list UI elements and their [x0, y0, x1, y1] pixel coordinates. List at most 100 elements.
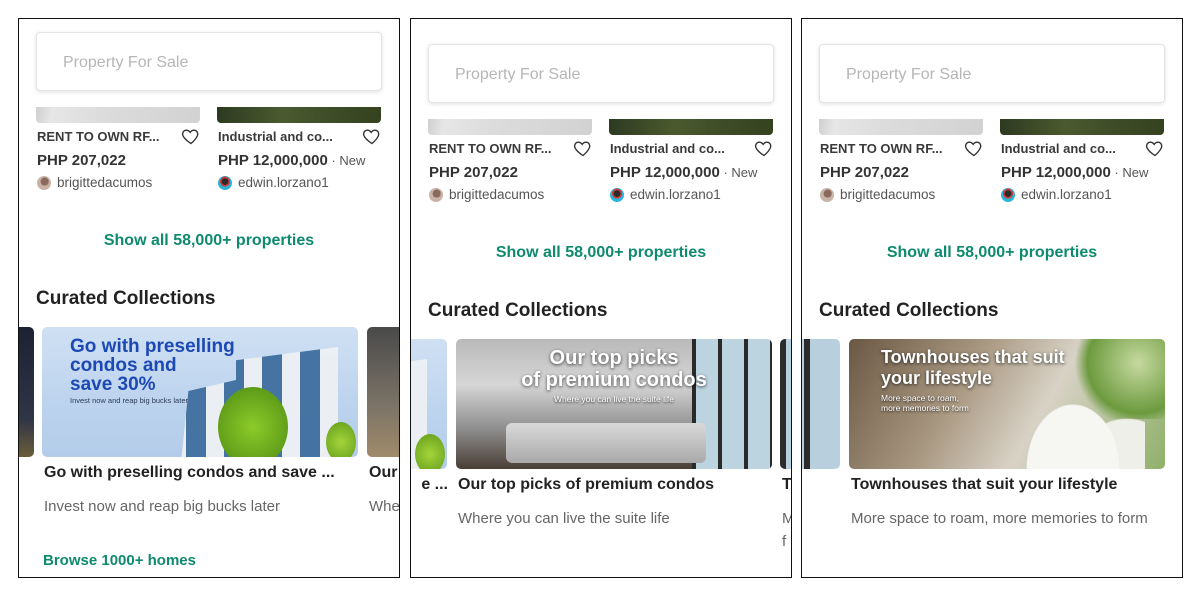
collection-card[interactable]: Go with preselling condos and save 30% I…: [42, 327, 358, 515]
collection-banner[interactable]: Townhouses that suit your lifestyle More…: [849, 339, 1165, 469]
listing-thumbnail[interactable]: [1000, 119, 1164, 135]
listing-thumbnail[interactable]: [609, 119, 773, 135]
collection-banner[interactable]: [411, 339, 447, 469]
collection-card[interactable]: Our top picks of premium condos Where yo…: [456, 339, 772, 527]
tree-image: [415, 434, 445, 469]
banner-subheading: Where you can live the suite life: [553, 394, 674, 404]
listing-title: RENT TO OWN RF...: [429, 141, 552, 156]
heart-outline-icon[interactable]: [362, 126, 382, 146]
banner-subheading: More space to roam, more memories to for…: [881, 393, 969, 413]
collection-card-prev[interactable]: e ...: [411, 339, 448, 493]
collection-card-prev[interactable]: [19, 327, 34, 457]
listing-price: PHP 207,022: [820, 164, 909, 181]
avatar: [1001, 187, 1015, 202]
search-placeholder: Property For Sale: [63, 54, 189, 71]
banner-subheading: Invest now and reap big bucks later: [70, 396, 188, 405]
search-placeholder: Property For Sale: [846, 66, 972, 83]
section-title: Curated Collections: [36, 288, 216, 309]
collection-title: T: [782, 476, 792, 493]
search-input[interactable]: Property For Sale: [819, 44, 1165, 103]
listing-thumbnail[interactable]: [428, 119, 592, 135]
listing-card[interactable]: RENT TO OWN RF... PHP 207,022 brigitteda…: [36, 107, 200, 190]
listing-price: PHP 12,000,000 · New: [218, 152, 366, 169]
listing-card[interactable]: Industrial and co... PHP 12,000,000 · Ne…: [1000, 119, 1164, 202]
collection-card[interactable]: Townhouses that suit your lifestyle More…: [849, 339, 1165, 527]
heart-outline-icon[interactable]: [964, 138, 984, 158]
browse-homes-link[interactable]: Browse 1000+ homes: [43, 552, 196, 569]
collections-carousel[interactable]: e ... Our top picks of premium condos Wh…: [411, 339, 791, 577]
listing-price: PHP 207,022: [429, 164, 518, 181]
listing-title: Industrial and co...: [1001, 141, 1116, 156]
avatar: [218, 175, 232, 190]
listing-seller[interactable]: brigittedacumos: [429, 187, 544, 202]
avatar: [37, 175, 51, 190]
listing-seller[interactable]: edwin.lorzano1: [1001, 187, 1112, 202]
listing-seller[interactable]: edwin.lorzano1: [610, 187, 721, 202]
seller-name: brigittedacumos: [449, 187, 545, 202]
section-title: Curated Collections: [819, 300, 999, 321]
screen-panel-2: Property For Sale RENT TO OWN RF... PHP …: [410, 18, 792, 578]
screen-panel-1: Property For Sale RENT TO OWN RF... PHP …: [18, 18, 400, 578]
heart-outline-icon[interactable]: [1145, 138, 1165, 158]
new-badge: · New: [1110, 165, 1149, 180]
seller-name: brigittedacumos: [840, 187, 936, 202]
banner-heading: Townhouses that suit your lifestyle: [881, 347, 1065, 388]
new-badge: · New: [719, 165, 758, 180]
collection-card-prev[interactable]: [802, 339, 840, 469]
collection-title: e ...: [421, 476, 448, 493]
collection-banner[interactable]: [19, 327, 34, 457]
collection-title: Our top picks of premium condos: [458, 476, 715, 493]
collection-banner[interactable]: [367, 327, 399, 457]
heart-outline-icon[interactable]: [754, 138, 774, 158]
banner-heading: Our top picks of premium condos: [521, 347, 707, 391]
listing-card[interactable]: RENT TO OWN RF... PHP 207,022 brigitteda…: [428, 119, 592, 202]
seller-name: edwin.lorzano1: [238, 175, 329, 190]
listing-title: Industrial and co...: [218, 129, 333, 144]
search-input[interactable]: Property For Sale: [428, 44, 774, 103]
new-badge: · New: [327, 153, 366, 168]
collections-carousel[interactable]: Go with preselling condos and save 30% I…: [19, 327, 399, 577]
screen-panel-3: Property For Sale RENT TO OWN RF... PHP …: [801, 18, 1183, 578]
avatar: [820, 187, 834, 202]
listing-card[interactable]: Industrial and co... PHP 12,000,000 · Ne…: [609, 119, 773, 202]
search-input[interactable]: Property For Sale: [36, 32, 382, 91]
listing-price: PHP 12,000,000 · New: [610, 164, 758, 181]
collection-title: Our: [369, 464, 398, 481]
seller-name: edwin.lorzano1: [630, 187, 721, 202]
banner-heading: Go with preselling condos and save 30%: [70, 336, 235, 395]
show-all-properties-link[interactable]: Show all 58,000+ properties: [411, 244, 791, 262]
listing-seller[interactable]: brigittedacumos: [820, 187, 935, 202]
collection-subtitle: Whe: [369, 498, 400, 515]
avatar: [610, 187, 624, 202]
listing-card[interactable]: RENT TO OWN RF... PHP 207,022 brigitteda…: [819, 119, 983, 202]
listing-card[interactable]: Industrial and co... PHP 12,000,000 · Ne…: [217, 107, 381, 190]
show-all-properties-link[interactable]: Show all 58,000+ properties: [19, 232, 399, 250]
collection-banner[interactable]: [802, 339, 840, 469]
listing-thumbnail[interactable]: [217, 107, 381, 123]
collection-card-next[interactable]: T Mf: [780, 339, 791, 550]
collection-subtitle: Where you can live the suite life: [458, 510, 670, 527]
listing-title: RENT TO OWN RF...: [820, 141, 943, 156]
section-title: Curated Collections: [428, 300, 608, 321]
collection-title: Go with preselling condos and save ...: [44, 464, 335, 481]
avatar: [429, 187, 443, 202]
collection-banner[interactable]: Our top picks of premium condos Where yo…: [456, 339, 772, 469]
listing-thumbnail[interactable]: [819, 119, 983, 135]
collection-subtitle: More space to roam, more memories to for…: [851, 510, 1148, 527]
seller-name: brigittedacumos: [57, 175, 153, 190]
collection-banner[interactable]: [780, 339, 791, 469]
seller-name: edwin.lorzano1: [1021, 187, 1112, 202]
collection-banner[interactable]: Go with preselling condos and save 30% I…: [42, 327, 358, 457]
search-placeholder: Property For Sale: [455, 66, 581, 83]
collection-card-next[interactable]: Our Whe: [367, 327, 399, 515]
sofa-image: [506, 423, 706, 463]
listing-price: PHP 12,000,000 · New: [1001, 164, 1149, 181]
listing-thumbnail[interactable]: [36, 107, 200, 123]
listing-seller[interactable]: edwin.lorzano1: [218, 175, 329, 190]
listing-title: Industrial and co...: [610, 141, 725, 156]
heart-outline-icon[interactable]: [181, 126, 201, 146]
show-all-properties-link[interactable]: Show all 58,000+ properties: [802, 244, 1182, 262]
collections-carousel[interactable]: Townhouses that suit your lifestyle More…: [802, 339, 1182, 577]
heart-outline-icon[interactable]: [573, 138, 593, 158]
listing-seller[interactable]: brigittedacumos: [37, 175, 152, 190]
